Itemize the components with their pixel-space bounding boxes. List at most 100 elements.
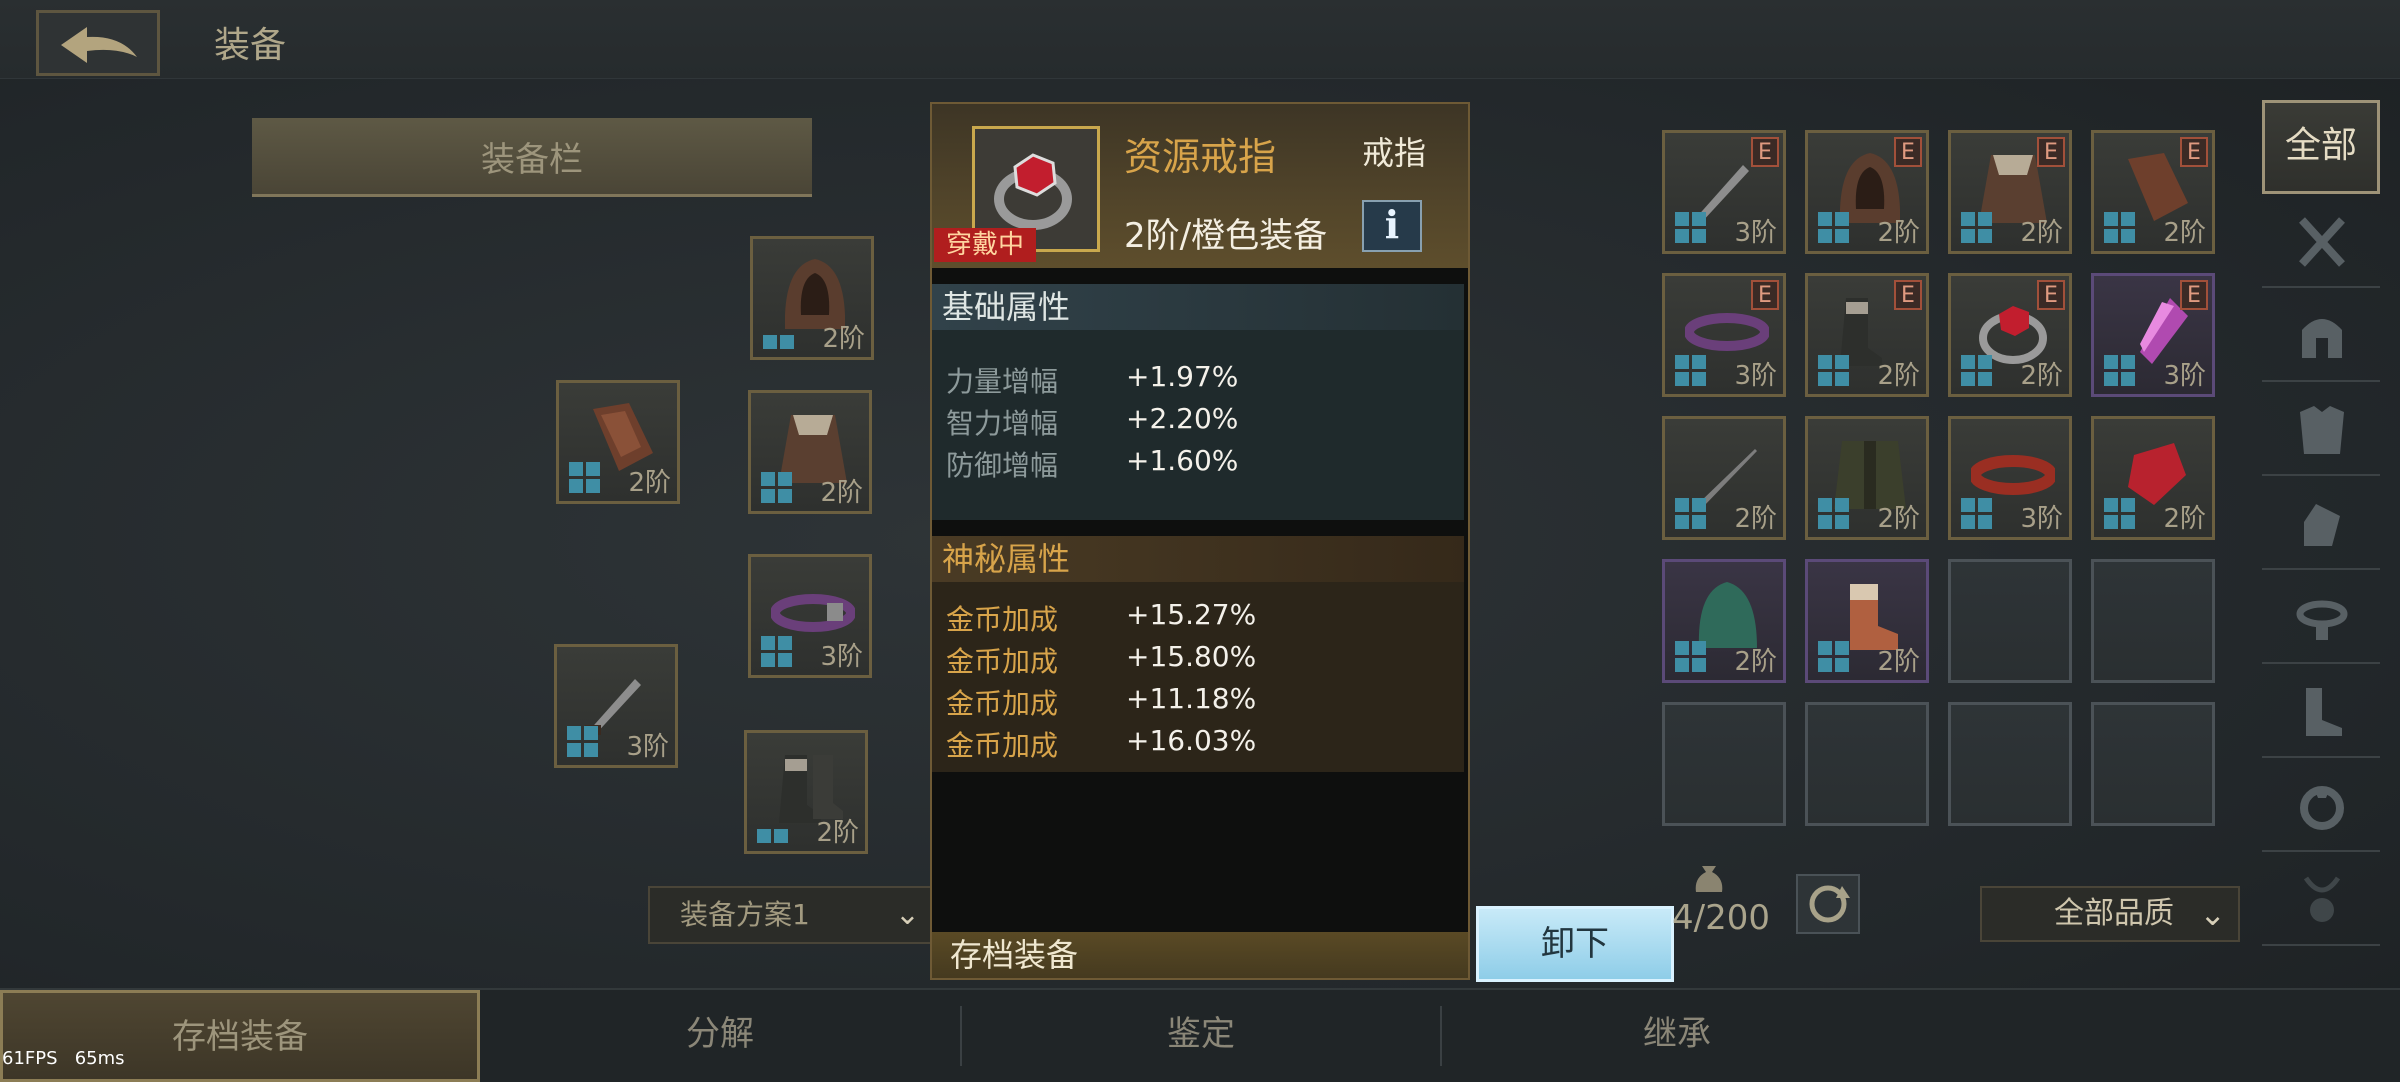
category-amulet[interactable] xyxy=(2262,852,2380,946)
info-button[interactable]: i xyxy=(1362,200,1422,252)
tab-identify[interactable]: 鉴定 xyxy=(962,990,1440,1082)
equip-slot-dagger[interactable]: 3阶 xyxy=(554,644,678,768)
crossed-swords-icon xyxy=(2299,217,2345,267)
inventory-slot-empty[interactable] xyxy=(2091,702,2215,826)
inventory-slot[interactable]: 2阶 xyxy=(2091,416,2215,540)
inventory-slot[interactable]: E 2阶 xyxy=(1948,273,2072,397)
equip-slot-cloak[interactable]: 2阶 xyxy=(748,390,872,514)
mystic-attributes-title: 神秘属性 xyxy=(932,536,1464,582)
socket-dots xyxy=(1818,498,1849,529)
inventory-slot-empty[interactable] xyxy=(1662,702,1786,826)
equipped-badge: E xyxy=(1894,280,1922,310)
chevron-down-icon: ⌄ xyxy=(894,897,920,932)
slot-tier: 2阶 xyxy=(2163,218,2206,248)
inventory-slot-empty[interactable] xyxy=(1805,702,1929,826)
socket-dots xyxy=(1818,355,1849,386)
stat-value: +11.18% xyxy=(1126,682,1257,715)
slot-tier: 3阶 xyxy=(1734,361,1777,391)
equip-slot-hood[interactable]: 2阶 xyxy=(750,236,874,360)
category-gloves[interactable] xyxy=(2262,476,2380,570)
tab-inherit[interactable]: 继承 xyxy=(1442,990,1912,1082)
inventory-slot[interactable]: E 2阶 xyxy=(1948,130,2072,254)
inventory-slot[interactable]: E 2阶 xyxy=(2091,130,2215,254)
stat-name: 智力增幅 xyxy=(946,407,1059,440)
slot-tier: 2阶 xyxy=(628,468,671,498)
inventory-slot[interactable]: E 3阶 xyxy=(2091,273,2215,397)
page-title: 装备 xyxy=(214,25,287,66)
inventory-slot[interactable]: 3阶 xyxy=(1948,416,2072,540)
slot-tier: 2阶 xyxy=(816,818,859,848)
inventory-slot-empty[interactable] xyxy=(2091,559,2215,683)
ring-icon xyxy=(2300,786,2344,830)
stat-name: 防御增幅 xyxy=(946,449,1059,482)
inventory-slot[interactable]: 2阶 xyxy=(1662,559,1786,683)
category-helmet[interactable] xyxy=(2262,288,2380,382)
sort-button[interactable] xyxy=(1796,874,1860,934)
helmet-icon xyxy=(2302,319,2342,358)
equip-slot-bracer[interactable]: 2阶 xyxy=(556,380,680,504)
equipment-plan-select[interactable]: 装备方案1 ⌄ xyxy=(648,886,932,944)
inventory-slot[interactable]: E 3阶 xyxy=(1662,130,1786,254)
inventory-slot[interactable]: 2阶 xyxy=(1805,559,1929,683)
quality-filter-select[interactable]: 全部品质 ⌄ xyxy=(1980,886,2240,942)
equipped-badge: E xyxy=(2180,137,2208,167)
inventory-slot-empty[interactable] xyxy=(1948,702,2072,826)
stat-value: +16.03% xyxy=(1126,724,1257,757)
category-armor[interactable] xyxy=(2262,382,2380,476)
item-detail-popup: 穿戴中 资源戒指 戒指 2阶/橙色装备 i 基础属性 力量增幅 +1.97% 智力… xyxy=(930,102,1470,980)
socket-dots xyxy=(761,636,792,667)
item-grade: 2阶/橙色装备 xyxy=(1124,216,1328,256)
socket-dots xyxy=(1961,355,1992,386)
slot-tier: 3阶 xyxy=(820,642,863,672)
stat-name: 力量增幅 xyxy=(946,365,1059,398)
equip-slot-belt[interactable]: 3阶 xyxy=(748,554,872,678)
popup-footer: 存档装备 xyxy=(932,932,1468,978)
category-boots[interactable] xyxy=(2262,664,2380,758)
equipped-badge: E xyxy=(1751,280,1779,310)
inventory-slot[interactable]: E 3阶 xyxy=(1662,273,1786,397)
inventory-slot-empty[interactable] xyxy=(1948,559,2072,683)
amulet-icon xyxy=(2303,876,2341,922)
category-weapon[interactable] xyxy=(2262,194,2380,288)
fps-value: 61FPS xyxy=(2,1048,58,1069)
wearing-tag: 穿戴中 xyxy=(934,228,1037,262)
item-name: 资源戒指 xyxy=(1124,135,1277,179)
equipped-badge: E xyxy=(2180,280,2208,310)
socket-dots xyxy=(1675,641,1706,672)
inventory-slot[interactable]: 2阶 xyxy=(1805,416,1929,540)
back-arrow-icon xyxy=(61,27,137,63)
back-button[interactable] xyxy=(36,10,160,76)
fps-counter: 61FPS 65ms xyxy=(2,1048,125,1069)
category-all[interactable]: 全部 xyxy=(2262,100,2380,194)
slot-tier: 3阶 xyxy=(2163,361,2206,391)
tab-decompose[interactable]: 分解 xyxy=(480,990,960,1082)
equip-slot-boots[interactable]: 2阶 xyxy=(744,730,868,854)
unequip-button[interactable]: 卸下 xyxy=(1476,906,1674,982)
stat-name: 金币加成 xyxy=(946,687,1059,720)
inventory-slot[interactable]: E 2阶 xyxy=(1805,273,1929,397)
bag-count: 4/200 xyxy=(1672,898,1770,938)
equipped-badge: E xyxy=(1751,137,1779,167)
socket-dots xyxy=(757,829,788,843)
inventory-slot[interactable]: 2阶 xyxy=(1662,416,1786,540)
top-bar: 装备 xyxy=(0,0,2400,79)
gloves-icon xyxy=(2304,504,2340,546)
socket-dots xyxy=(569,462,600,493)
slot-tier: 2阶 xyxy=(1877,218,1920,248)
quality-filter-value: 全部品质 xyxy=(2054,896,2174,931)
stat-value: +15.80% xyxy=(1126,640,1257,673)
equipped-badge: E xyxy=(2037,137,2065,167)
stat-name: 金币加成 xyxy=(946,603,1059,636)
socket-dots xyxy=(1961,212,1992,243)
plan-select-value: 装备方案1 xyxy=(680,898,810,931)
slot-tier: 2阶 xyxy=(820,478,863,508)
socket-dots xyxy=(763,335,794,349)
popup-header: 穿戴中 资源戒指 戒指 2阶/橙色装备 i xyxy=(932,104,1468,268)
item-type: 戒指 xyxy=(1362,134,1427,172)
socket-dots xyxy=(1961,498,1992,529)
category-ring[interactable] xyxy=(2262,758,2380,852)
mystic-attributes-section: 神秘属性 金币加成 +15.27% 金币加成 +15.80% 金币加成 +11.18%… xyxy=(932,536,1464,772)
category-belt[interactable] xyxy=(2262,570,2380,664)
inventory-slot[interactable]: E 2阶 xyxy=(1805,130,1929,254)
base-attributes-title: 基础属性 xyxy=(932,284,1464,330)
